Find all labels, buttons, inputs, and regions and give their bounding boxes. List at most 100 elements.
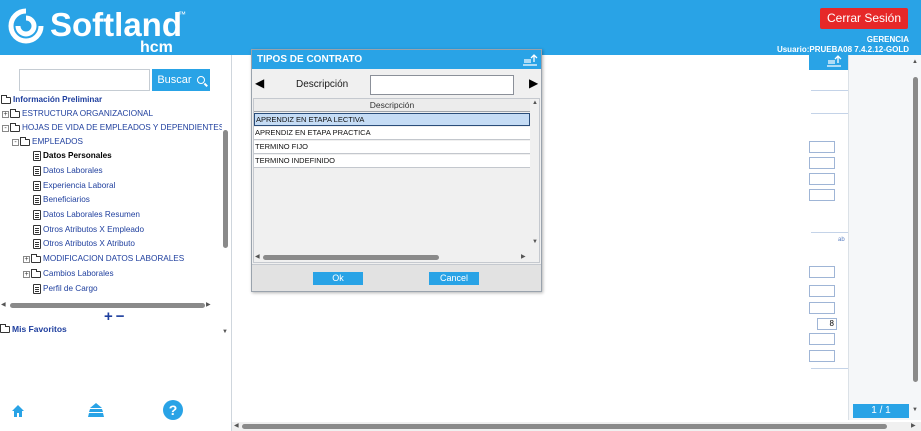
contract-types-grid: Descripción APRENDIZ EN ETAPA LECTIVA AP… bbox=[253, 98, 540, 263]
tree-item-label: Datos Personales bbox=[43, 151, 112, 160]
tree-item-label: MODIFICACION DATOS LABORALES bbox=[43, 254, 185, 263]
form-field[interactable] bbox=[809, 173, 835, 185]
tree-item-label: Beneficiarios bbox=[43, 195, 90, 204]
collapse-all-button[interactable]: − bbox=[116, 308, 128, 325]
export-icon[interactable] bbox=[826, 55, 842, 67]
expand-icon[interactable]: + bbox=[2, 110, 9, 118]
filter-input[interactable] bbox=[370, 75, 514, 95]
form-field[interactable] bbox=[809, 266, 835, 278]
table-row[interactable]: APRENDIZ EN ETAPA LECTIVA bbox=[254, 113, 530, 126]
collapse-icon[interactable]: - bbox=[2, 124, 9, 132]
scroll-down-icon[interactable]: ▼ bbox=[532, 239, 538, 245]
expand-icon[interactable]: + bbox=[23, 255, 30, 263]
tree-item-hojas-de-vida[interactable]: - HOJAS DE VIDA DE EMPLEADOS Y DEPENDIEN… bbox=[2, 121, 222, 135]
sidebar-footer: ? bbox=[0, 400, 232, 422]
home-icon[interactable] bbox=[11, 404, 25, 418]
tree-item-label: Información Preliminar bbox=[13, 95, 103, 104]
document-icon bbox=[33, 166, 41, 176]
tree-item-beneficiarios[interactable]: Beneficiarios bbox=[33, 193, 90, 207]
form-field[interactable] bbox=[809, 141, 835, 153]
cancel-button[interactable]: Cancel bbox=[429, 272, 479, 285]
scroll-up-icon[interactable]: ▲ bbox=[912, 59, 918, 65]
filter-label: Descripción bbox=[296, 79, 349, 90]
navigation-tree: Información Preliminar + ESTRUCTURA ORGA… bbox=[0, 93, 222, 299]
tree-expand-collapse: +− bbox=[104, 308, 128, 325]
table-row[interactable]: TERMINO INDEFINIDO bbox=[254, 155, 530, 168]
folder-icon bbox=[10, 122, 20, 132]
document-icon bbox=[33, 151, 41, 161]
previous-arrow-icon[interactable]: ◀ bbox=[255, 76, 264, 90]
folder-icon bbox=[20, 136, 30, 146]
main-vertical-scrollbar[interactable]: ▲ ▼ bbox=[910, 57, 921, 420]
scroll-right-icon[interactable]: ▶ bbox=[911, 422, 916, 429]
tree-item-label: HOJAS DE VIDA DE EMPLEADOS Y DEPENDIENTE… bbox=[22, 123, 222, 132]
tree-item-cambios-laborales[interactable]: + Cambios Laborales bbox=[23, 267, 114, 281]
folder-icon bbox=[31, 268, 41, 278]
tree-vertical-scrollbar[interactable]: ▼ bbox=[222, 95, 230, 335]
form-divider bbox=[811, 232, 848, 233]
tree-item-datos-laborales[interactable]: Datos Laborales bbox=[33, 164, 103, 178]
document-icon bbox=[33, 210, 41, 220]
tree-item-label: Datos Laborales Resumen bbox=[43, 210, 140, 219]
search-button[interactable]: Buscar bbox=[152, 69, 210, 91]
search-input[interactable] bbox=[19, 69, 150, 91]
tree-item-datos-laborales-resumen[interactable]: Datos Laborales Resumen bbox=[33, 208, 140, 222]
scrollbar-thumb[interactable] bbox=[913, 77, 918, 382]
layers-icon[interactable] bbox=[87, 402, 105, 418]
tree-item-informacion-preliminar[interactable]: Información Preliminar bbox=[1, 93, 102, 107]
form-field[interactable] bbox=[809, 302, 835, 314]
collapse-icon[interactable]: - bbox=[12, 138, 19, 146]
tree-item-perfil-de-cargo[interactable]: Perfil de Cargo bbox=[33, 282, 98, 296]
ok-button[interactable]: Ok bbox=[313, 272, 363, 285]
logout-button[interactable]: Cerrar Sesión bbox=[820, 8, 908, 29]
expand-all-button[interactable]: + bbox=[104, 308, 116, 325]
column-header-descripcion[interactable]: Descripción bbox=[254, 99, 530, 112]
scroll-down-icon[interactable]: ▼ bbox=[222, 329, 228, 335]
tree-item-datos-personales[interactable]: Datos Personales bbox=[33, 149, 112, 163]
expand-icon[interactable]: + bbox=[23, 270, 30, 278]
tree-item-label: Cambios Laborales bbox=[43, 269, 114, 278]
tree-item-modificacion-datos-laborales[interactable]: + MODIFICACION DATOS LABORALES bbox=[23, 252, 184, 266]
tree-item-label: Otros Atributos X Atributo bbox=[43, 239, 135, 248]
tree-item-empleados[interactable]: - EMPLEADOS bbox=[12, 135, 83, 149]
form-field[interactable] bbox=[809, 350, 835, 362]
form-divider bbox=[811, 113, 848, 114]
scrollbar-thumb[interactable] bbox=[263, 255, 439, 260]
table-row[interactable]: APRENDIZ EN ETAPA PRACTICA bbox=[254, 127, 530, 140]
tree-item-otros-atributos-atributo[interactable]: Otros Atributos X Atributo bbox=[33, 237, 135, 251]
grid-horizontal-scrollbar[interactable]: ◀ ▶ bbox=[253, 253, 529, 262]
scroll-up-icon[interactable]: ▲ bbox=[532, 100, 538, 106]
scroll-down-icon[interactable]: ▼ bbox=[912, 407, 918, 413]
favorites-item[interactable]: Mis Favoritos bbox=[0, 323, 67, 334]
tree-item-estructura-organizacional[interactable]: + ESTRUCTURA ORGANIZACIONAL bbox=[2, 107, 153, 121]
table-row[interactable]: TERMINO FIJO bbox=[254, 141, 530, 154]
form-field[interactable] bbox=[809, 157, 835, 169]
tree-item-label: Experiencia Laboral bbox=[43, 181, 116, 190]
main-horizontal-scrollbar[interactable]: ◀ ▶ bbox=[232, 422, 921, 431]
dialog-title: TIPOS DE CONTRATO bbox=[257, 54, 363, 65]
next-arrow-icon[interactable]: ▶ bbox=[529, 76, 538, 90]
form-divider bbox=[811, 368, 848, 369]
form-tag: ab bbox=[838, 237, 845, 243]
scroll-right-icon[interactable]: ▶ bbox=[521, 253, 526, 260]
form-field[interactable] bbox=[809, 285, 835, 297]
document-icon bbox=[33, 239, 41, 249]
scroll-left-icon[interactable]: ◀ bbox=[234, 422, 239, 429]
company-name: GERENCIA bbox=[866, 35, 909, 44]
scroll-left-icon[interactable]: ◀ bbox=[1, 301, 6, 308]
favorites-label: Mis Favoritos bbox=[12, 324, 67, 334]
help-icon[interactable]: ? bbox=[163, 400, 183, 420]
form-field[interactable] bbox=[809, 333, 835, 345]
export-icon[interactable] bbox=[522, 54, 538, 66]
tree-item-experiencia-laboral[interactable]: Experiencia Laboral bbox=[33, 179, 115, 193]
scrollbar-thumb[interactable] bbox=[242, 424, 887, 429]
numeric-field[interactable]: 8 bbox=[817, 318, 837, 330]
tree-item-label: EMPLEADOS bbox=[32, 137, 83, 146]
tree-item-otros-atributos-empleado[interactable]: Otros Atributos X Empleado bbox=[33, 223, 144, 237]
scroll-left-icon[interactable]: ◀ bbox=[255, 253, 260, 260]
dialog-filter-bar: ◀ Descripción ▶ bbox=[252, 72, 541, 98]
sidebar: Buscar Información Preliminar + ESTRUCTU… bbox=[0, 55, 232, 431]
scroll-right-icon[interactable]: ▶ bbox=[206, 301, 211, 308]
scrollbar-thumb[interactable] bbox=[223, 130, 228, 248]
form-field[interactable] bbox=[809, 189, 835, 201]
